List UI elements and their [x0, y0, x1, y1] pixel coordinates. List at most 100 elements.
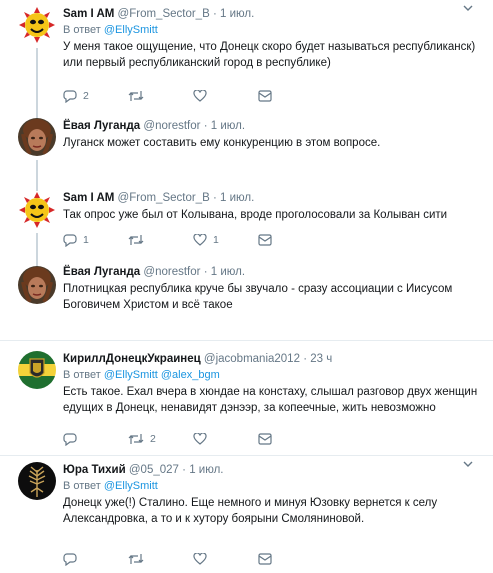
- reply-context: В ответ @EllySmitt: [63, 23, 479, 38]
- timestamp[interactable]: 1 июл.: [220, 8, 254, 20]
- tweet-header: Sam I AM @From_Sector_B · 1 июл.: [63, 7, 479, 22]
- like-button[interactable]: 1: [193, 233, 258, 247]
- tweet[interactable]: Sam I AM @From_Sector_B · 1 июл. В ответ…: [0, 0, 493, 108]
- reply-mention-link[interactable]: @EllySmitt: [104, 24, 158, 36]
- retweet-icon: [128, 235, 144, 245]
- dm-icon: [258, 234, 272, 246]
- dm-button[interactable]: [258, 552, 323, 566]
- tweet-header: Ёвая Луганда @norestfor · 1 июл.: [63, 265, 479, 280]
- timestamp[interactable]: 1 июл.: [211, 120, 245, 132]
- reply-prefix: В ответ: [63, 369, 101, 381]
- avatar[interactable]: [18, 351, 56, 389]
- author-handle[interactable]: @norestfor: [143, 266, 200, 278]
- retweet-button[interactable]: 2: [128, 432, 193, 446]
- avatar[interactable]: [18, 462, 56, 500]
- avatar[interactable]: [18, 6, 56, 44]
- like-icon: [193, 433, 207, 445]
- avatar[interactable]: [18, 191, 56, 229]
- reply-icon: [63, 89, 77, 103]
- separator-dot: ·: [303, 353, 308, 365]
- retweet-icon: [128, 434, 144, 444]
- thread-line: [36, 108, 38, 118]
- dm-button[interactable]: [258, 89, 323, 103]
- dm-button[interactable]: [258, 233, 323, 247]
- author-handle[interactable]: @jacobmania2012: [204, 353, 300, 365]
- separator-dot: ·: [182, 464, 186, 476]
- reply-mention-link[interactable]: @EllySmitt: [104, 480, 158, 492]
- tweet[interactable]: Sam I AM @From_Sector_B · 1 июл. Так опр…: [0, 185, 493, 257]
- author-name[interactable]: КириллДонецкУкраинец: [63, 353, 201, 365]
- dm-icon: [258, 90, 272, 102]
- author-handle[interactable]: @From_Sector_B: [118, 192, 210, 204]
- tweet[interactable]: КириллДонецкУкраинец @jacobmania2012 · 2…: [0, 341, 493, 455]
- avatar[interactable]: [18, 266, 56, 304]
- author-name[interactable]: Ёвая Луганда: [63, 120, 140, 132]
- reply-button[interactable]: [63, 552, 128, 566]
- author-handle[interactable]: @From_Sector_B: [118, 8, 210, 20]
- like-icon: [193, 234, 207, 246]
- author-name[interactable]: Sam I AM: [63, 192, 114, 204]
- avatar[interactable]: [18, 118, 56, 156]
- tweet-header: Ёвая Луганда @norestfor · 1 июл.: [63, 119, 479, 134]
- retweet-icon: [128, 91, 144, 101]
- tweet-feed: Sam I AM @From_Sector_B · 1 июл. В ответ…: [0, 0, 493, 573]
- retweet-icon: [128, 554, 144, 564]
- reply-count: 2: [83, 90, 89, 102]
- timestamp[interactable]: 1 июл.: [189, 464, 223, 476]
- timestamp[interactable]: 23 ч: [310, 353, 332, 365]
- tweet-content: КириллДонецкУкраинец @jacobmania2012 · 2…: [63, 352, 479, 416]
- tweet-text: У меня такое ощущение, что Донецк скоро …: [63, 41, 476, 69]
- author-handle[interactable]: @norestfor: [143, 120, 200, 132]
- separator-dot: ·: [212, 8, 217, 20]
- thread-line: [36, 233, 38, 257]
- dm-button[interactable]: [258, 432, 323, 446]
- reply-icon: [63, 552, 77, 566]
- tweet-content: Ёвая Луганда @norestfor · 1 июл. Луганск…: [63, 119, 479, 151]
- reply-context: В ответ @EllySmitt @alex_bgm: [63, 368, 479, 383]
- tweet-content: Ёвая Луганда @norestfor · 1 июл. Плотниц…: [63, 265, 479, 313]
- separator-dot: ·: [203, 120, 208, 132]
- retweet-button[interactable]: [128, 552, 193, 566]
- tweet[interactable]: Ёвая Луганда @norestfor · 1 июл. Луганск…: [0, 108, 493, 185]
- tweet[interactable]: Ёвая Луганда @norestfor · 1 июл. Плотниц…: [0, 257, 493, 333]
- retweet-button[interactable]: [128, 89, 193, 103]
- tweet-content: Sam I AM @From_Sector_B · 1 июл. Так опр…: [63, 191, 479, 223]
- tweet-actions: 1 1: [63, 233, 323, 247]
- retweet-button[interactable]: [128, 233, 193, 247]
- reply-icon: [63, 432, 77, 446]
- reply-button[interactable]: 2: [63, 89, 128, 103]
- separator-dot: ·: [203, 266, 208, 278]
- like-count: 1: [213, 234, 219, 246]
- reply-button[interactable]: 1: [63, 233, 128, 247]
- tweet-actions: 2: [63, 432, 323, 446]
- separator-dot: ·: [212, 192, 217, 204]
- tweet[interactable]: Юра Тихий @05_027 · 1 июл. В ответ @Elly…: [0, 456, 493, 573]
- caret-down-icon[interactable]: [463, 459, 473, 469]
- timestamp[interactable]: 1 июл.: [220, 192, 254, 204]
- like-button[interactable]: [193, 432, 258, 446]
- dm-icon: [258, 433, 272, 445]
- like-icon: [193, 90, 207, 102]
- like-button[interactable]: [193, 89, 258, 103]
- author-name[interactable]: Юра Тихий: [63, 464, 126, 476]
- tweet-actions: [63, 552, 323, 566]
- like-button[interactable]: [193, 552, 258, 566]
- tweet-text: Луганск может составить ему конкуренцию …: [63, 137, 381, 149]
- reply-mention-link[interactable]: @EllySmitt @alex_bgm: [104, 369, 220, 381]
- tweet-text: Так опрос уже был от Колывана, вроде про…: [63, 209, 448, 221]
- tweet-header: Юра Тихий @05_027 · 1 июл.: [63, 463, 479, 478]
- retweet-count: 2: [150, 433, 156, 445]
- reply-icon: [63, 233, 77, 247]
- author-name[interactable]: Sam I AM: [63, 8, 114, 20]
- author-handle[interactable]: @05_027: [129, 464, 179, 476]
- tweet-content: Sam I AM @From_Sector_B · 1 июл. В ответ…: [63, 7, 479, 71]
- tweet-header: КириллДонецкУкраинец @jacobmania2012 · 2…: [63, 352, 479, 367]
- thread-line: [36, 257, 38, 266]
- caret-down-icon[interactable]: [463, 3, 473, 13]
- thread-line: [36, 160, 38, 185]
- reply-button[interactable]: [63, 432, 128, 446]
- reply-prefix: В ответ: [63, 24, 101, 36]
- timestamp[interactable]: 1 июл.: [211, 266, 245, 278]
- author-name[interactable]: Ёвая Луганда: [63, 266, 140, 278]
- thread-line: [36, 48, 38, 108]
